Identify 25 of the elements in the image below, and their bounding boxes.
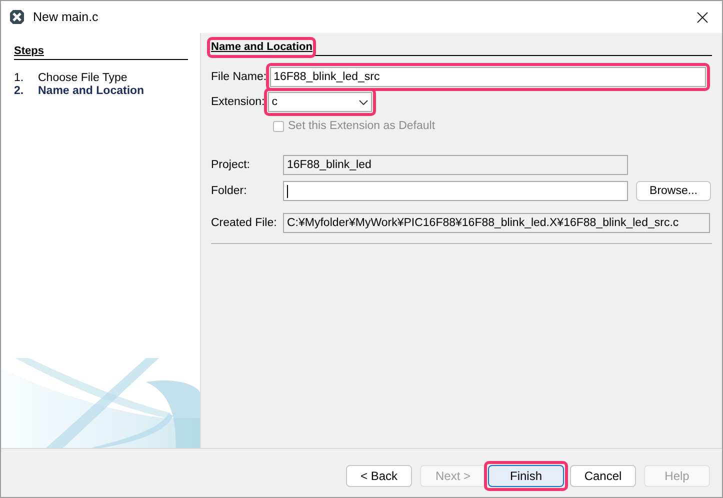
input-field[interactable] — [283, 181, 628, 201]
dialog-button[interactable]: < Back — [346, 465, 412, 487]
section-heading: Name and Location — [211, 41, 312, 54]
readonly-field: C:¥Myfolder¥MyWork¥PIC16F88¥16F88_blink_led.X¥16F88_blink_led_src.c — [283, 213, 710, 233]
step-number: 1. — [14, 72, 25, 84]
dialog-button[interactable]: Finish — [488, 465, 564, 487]
field-label: Project: — [211, 159, 251, 171]
field-label: Created File: — [211, 217, 278, 229]
app-logo-icon — [9, 9, 25, 25]
window-title: New main.c — [33, 10, 100, 24]
input-field[interactable]: 16F88_blink_led_src — [270, 67, 706, 87]
chevron-down-icon — [358, 100, 368, 104]
field-label: File Name: — [211, 71, 267, 83]
step-label: Choose File Type — [38, 72, 128, 84]
checkbox-label: Set this Extension as Default — [288, 120, 436, 132]
step-label: Name and Location — [38, 85, 146, 97]
step-number: 2. — [14, 85, 25, 97]
steps-heading: Steps — [14, 45, 188, 60]
field-label: Extension: — [211, 96, 265, 108]
close-icon[interactable] — [697, 12, 708, 22]
dropdown[interactable]: c — [268, 92, 372, 112]
dialog-button[interactable]: Cancel — [570, 465, 636, 487]
browse-button[interactable]: Browse... — [636, 181, 711, 201]
field-label: Folder: — [211, 185, 248, 197]
readonly-field: 16F88_blink_led — [283, 155, 628, 175]
